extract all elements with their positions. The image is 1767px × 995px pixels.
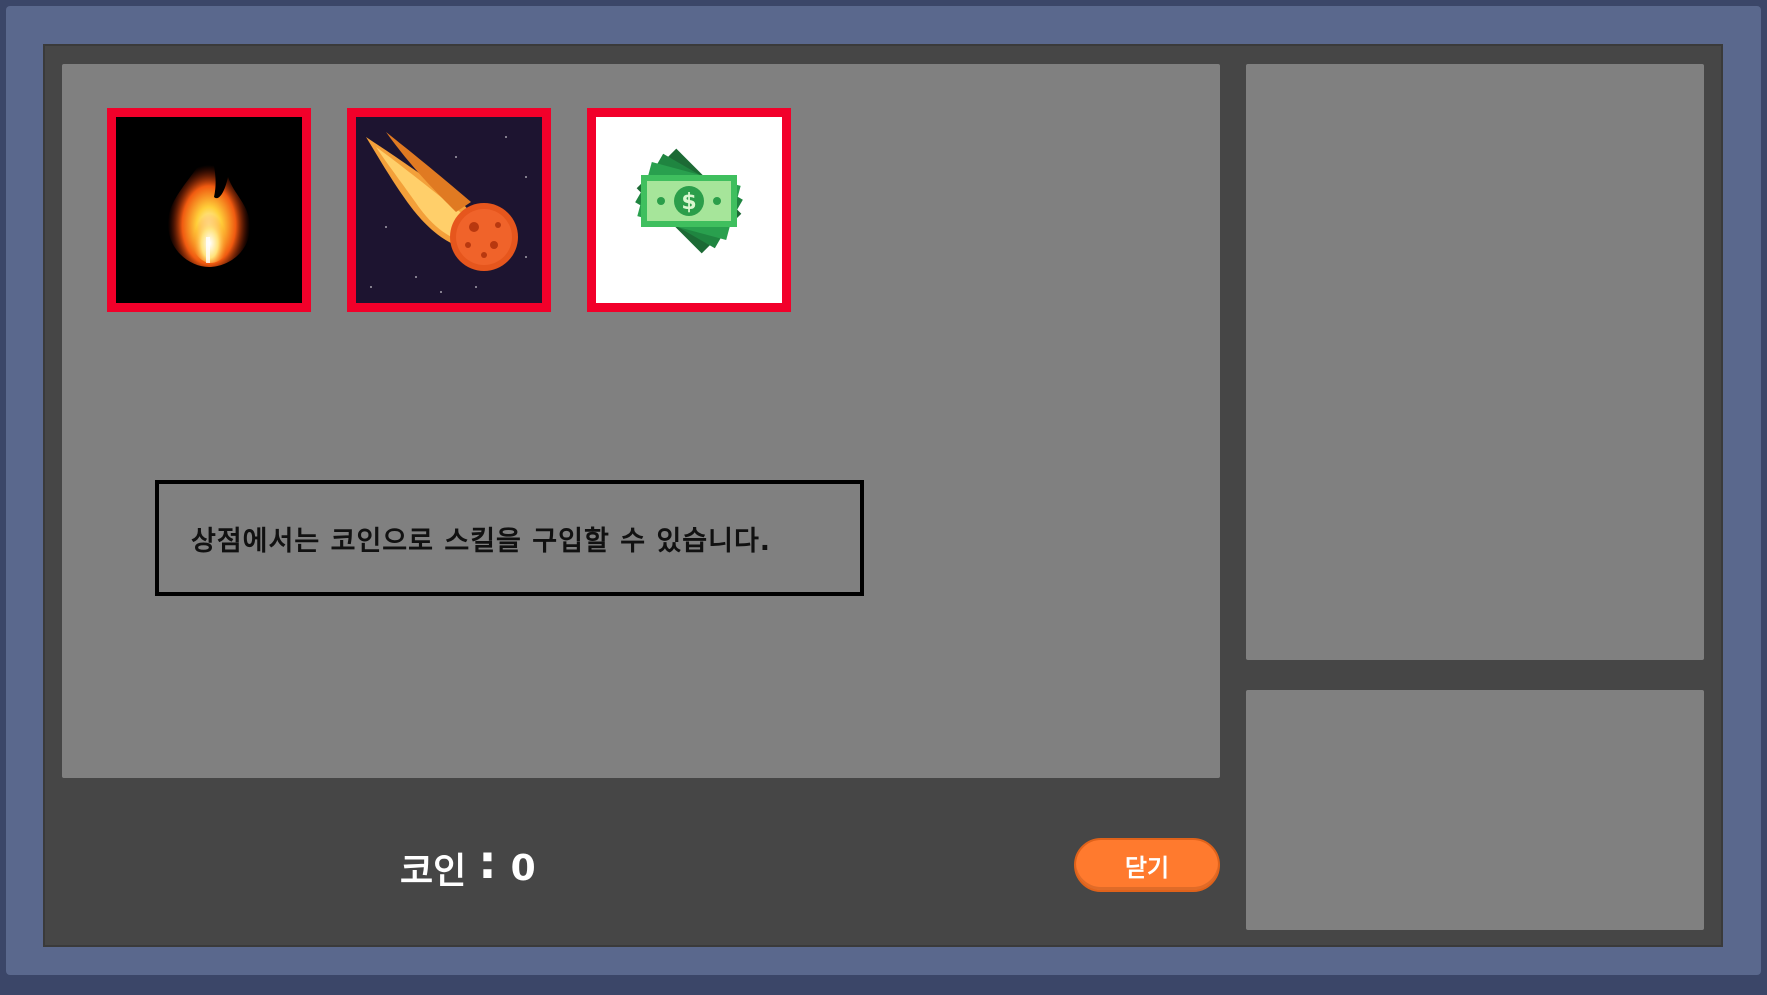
fire-icon xyxy=(116,117,302,303)
shop-info-box: 상점에서는 코인으로 스킬을 구입할 수 있습니다. xyxy=(155,480,864,596)
side-panel-bottom xyxy=(1246,690,1704,930)
side-panel-top xyxy=(1246,64,1704,660)
close-button[interactable]: 닫기 xyxy=(1074,838,1220,892)
coin-display: 코인 : 0 xyxy=(400,835,536,898)
skill-slot-money[interactable]: $ xyxy=(587,108,791,312)
coin-label: 코인 xyxy=(400,851,467,892)
money-icon: $ xyxy=(596,117,782,303)
skill-slot-fire[interactable] xyxy=(107,108,311,312)
shop-info-text: 상점에서는 코인으로 스킬을 구입할 수 있습니다. xyxy=(191,525,772,557)
svg-text:$: $ xyxy=(681,190,696,215)
coin-value: 0 xyxy=(510,847,536,889)
skill-slot-meteor[interactable] xyxy=(347,108,551,312)
meteor-icon xyxy=(356,117,542,303)
coin-separator: : xyxy=(478,835,497,889)
